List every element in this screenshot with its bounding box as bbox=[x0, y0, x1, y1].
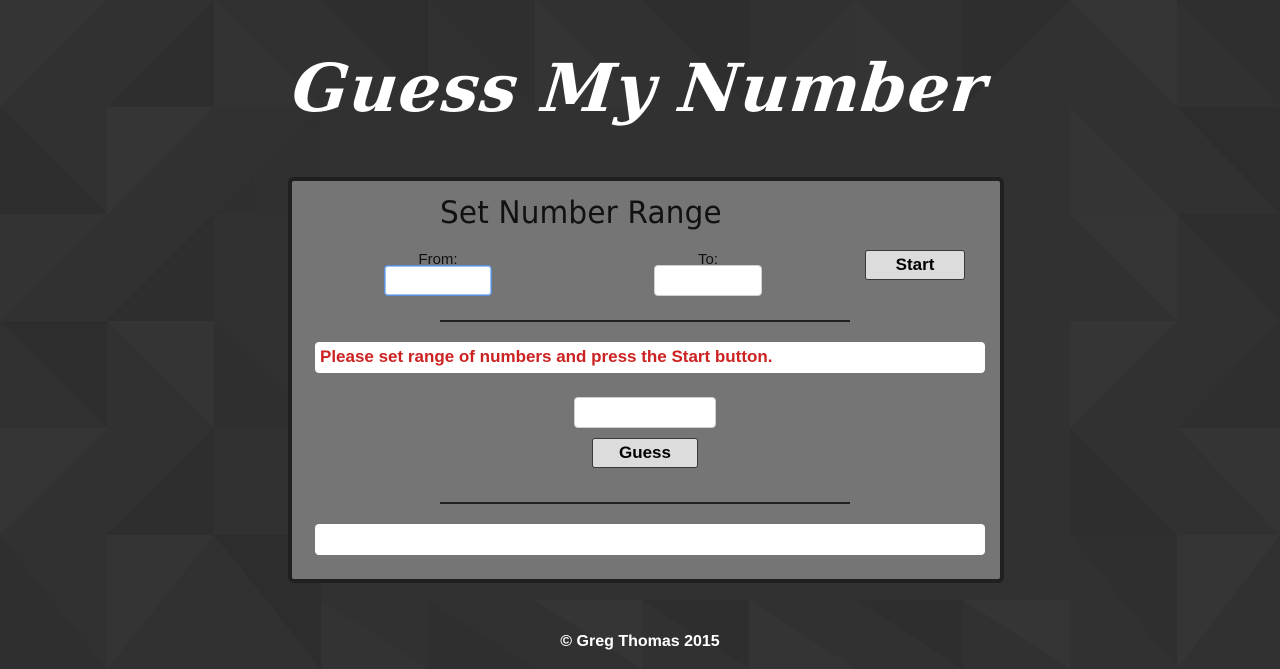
range-section-title: Set Number Range bbox=[440, 195, 722, 231]
result-message bbox=[315, 524, 985, 555]
guess-button[interactable]: Guess bbox=[592, 438, 698, 468]
divider-top bbox=[440, 320, 850, 322]
game-panel: Set Number Range From: To: Start Please … bbox=[288, 177, 1004, 583]
guess-input[interactable] bbox=[574, 397, 716, 428]
status-message: Please set range of numbers and press th… bbox=[315, 342, 985, 373]
divider-bottom bbox=[440, 502, 850, 504]
range-from-input[interactable] bbox=[384, 265, 492, 296]
start-button[interactable]: Start bbox=[865, 250, 965, 280]
app-title: Guess My Number bbox=[288, 49, 992, 127]
footer-copyright: © Greg Thomas 2015 bbox=[560, 633, 720, 650]
range-to-input[interactable] bbox=[654, 265, 762, 296]
page: Guess My Number Set Number Range From: T… bbox=[0, 0, 1280, 669]
